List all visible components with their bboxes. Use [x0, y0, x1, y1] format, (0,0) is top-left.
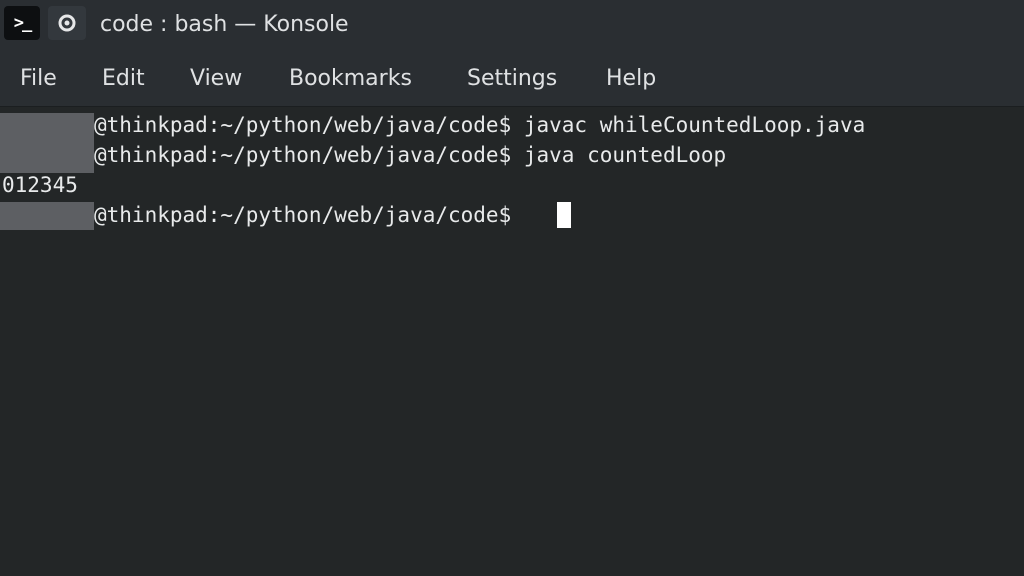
menu-file[interactable]: File [20, 52, 57, 106]
terminal-line: @thinkpad:~/python/web/java/code$ javac … [94, 113, 866, 137]
terminal-output: 012345 [2, 173, 78, 197]
menu-settings[interactable]: Settings [467, 52, 557, 106]
konsole-window: >_ code : bash — Konsole File Edit View … [0, 0, 1024, 576]
menu-bookmarks[interactable]: Bookmarks [289, 52, 412, 106]
terminal-area[interactable]: @thinkpad:~/python/web/java/code$ javac … [0, 107, 1024, 576]
redacted-username [0, 113, 94, 173]
redacted-username [0, 202, 94, 230]
text-cursor [557, 202, 571, 228]
menu-edit[interactable]: Edit [102, 52, 145, 106]
title-bar[interactable]: >_ code : bash — Konsole [0, 0, 1024, 52]
pin-button[interactable] [48, 6, 86, 40]
menu-bar: File Edit View Bookmarks Settings Help [0, 52, 1024, 107]
terminal-prompt-icon[interactable]: >_ [4, 6, 40, 40]
menu-view[interactable]: View [190, 52, 242, 106]
terminal-line: @thinkpad:~/python/web/java/code$ java c… [94, 143, 727, 167]
terminal-prompt: @thinkpad:~/python/web/java/code$ [94, 203, 524, 227]
menu-help[interactable]: Help [606, 52, 656, 106]
pin-icon [58, 14, 76, 32]
window-title: code : bash — Konsole [100, 12, 349, 37]
